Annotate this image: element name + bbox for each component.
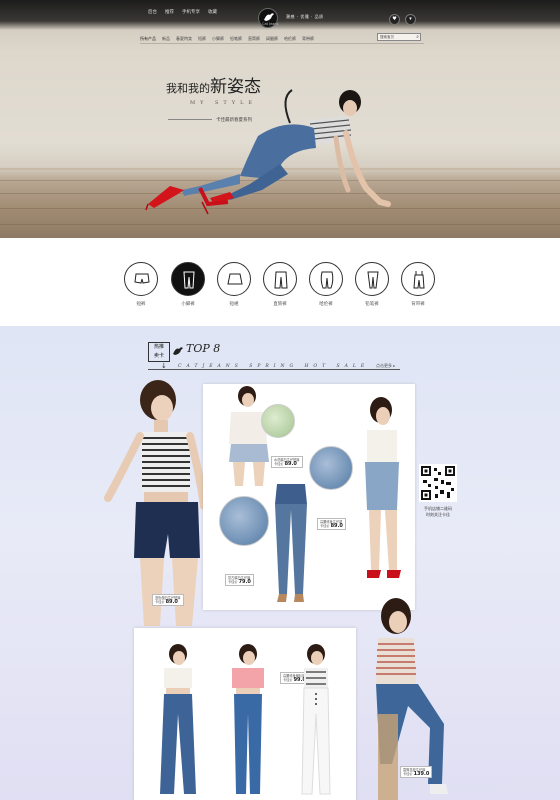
qr-code-icon [421, 466, 455, 500]
price-label: 卡佳价 [320, 524, 330, 529]
category-overalls[interactable]: 背带裤 [401, 262, 435, 307]
price-label: 卡佳价 [274, 462, 284, 467]
product-price: 89.0 [330, 523, 343, 530]
price-tag[interactable]: 复古磨白牛仔裤 卡佳价 79.0 [225, 574, 254, 587]
top-link[interactable]: 收藏 [208, 9, 217, 15]
top-bar [0, 0, 560, 30]
hot-badge-line: 卖卡 [153, 353, 164, 359]
category-ring[interactable] [217, 262, 251, 296]
search-input[interactable]: 搜索宝贝 ⌕ [377, 33, 421, 41]
top-link[interactable]: 后台 [148, 9, 157, 15]
category-label: 短裤 [136, 302, 146, 307]
price-label: 卡佳价 [403, 772, 413, 777]
top-links: 后台 推荐 手机专享 收藏 [148, 9, 217, 15]
hot-badge-line: 热推 [153, 344, 164, 350]
divider [148, 369, 400, 370]
product-price: 79.0 [238, 579, 251, 586]
price-tag[interactable]: 直筒显瘦牛仔裤 卡佳价 139.0 [400, 766, 433, 779]
nav-item[interactable]: 新品 [162, 36, 170, 42]
category-label: 背带裤 [411, 302, 425, 307]
qr-note-line: 时刻关注卡佳 [426, 512, 450, 517]
price-tag[interactable]: 高腰修身牛仔裙 卡佳价 89.0 [317, 518, 346, 531]
search-placeholder: 搜索宝贝 [380, 35, 394, 39]
arrow-down-icon: ↓ [161, 362, 167, 370]
harem-pants-icon [320, 271, 334, 289]
skirt-icon [227, 273, 243, 285]
category-row: 短裤 小脚裤 短裙 直筒裤 哈伦裤 铅笔裤 背带裤 [124, 262, 444, 322]
nav-item[interactable]: 哈伦裤 [284, 36, 296, 42]
pencil-pants-icon [367, 271, 379, 289]
qr-code[interactable] [419, 464, 457, 502]
category-label: 铅笔裤 [365, 302, 379, 307]
category-skinny[interactable]: 小脚裤 [171, 262, 205, 307]
price-label: 卡佳价 [228, 580, 238, 585]
price-label: 卡佳价 [155, 600, 165, 605]
nav-item[interactable]: 阔腿裤 [266, 36, 278, 42]
cat-logo-icon [264, 13, 274, 21]
top-link[interactable]: 推荐 [165, 9, 174, 15]
product-model-photo [160, 644, 196, 794]
detail-zoom [261, 404, 295, 438]
category-shorts[interactable]: 短裤 [124, 262, 158, 307]
top8-title: TOP 8 [186, 342, 221, 355]
straight-pants-icon [274, 271, 288, 289]
category-ring[interactable] [124, 262, 158, 296]
category-straight[interactable]: 直筒裤 [263, 262, 297, 307]
search-icon[interactable]: ⌕ [416, 34, 419, 40]
product-panel[interactable]: 高腰修身喇叭裤 卡佳价 99.0 [134, 628, 356, 800]
nav-item[interactable]: 背带裤 [302, 36, 314, 42]
product-model-photo [232, 644, 264, 794]
category-ring[interactable] [309, 262, 343, 296]
product-model-photo [104, 380, 208, 626]
product-price: 89.0 [165, 599, 178, 606]
price-tag[interactable]: 水洗磨白牛仔短裤 卡佳价 89.0 [271, 456, 303, 469]
nav-item[interactable]: 短裤 [198, 36, 206, 42]
product-model-photo [275, 484, 307, 602]
category-pencil[interactable]: 铅笔裤 [355, 262, 389, 307]
category-harem[interactable]: 哈伦裤 [309, 262, 343, 307]
qr-note: 手机店铺二维码 时刻关注卡佳 [418, 506, 458, 518]
category-label: 直筒裤 [273, 302, 287, 307]
price-tag[interactable]: 蓝色做旧牛仔短裤 卡佳价 89.0 [152, 594, 184, 607]
product-model-photo [365, 397, 401, 578]
nav-item[interactable]: 春夏特卖 [176, 36, 192, 42]
detail-zoom [309, 446, 353, 490]
product-model-photo [229, 386, 269, 486]
category-ring[interactable] [355, 262, 389, 296]
category-skirt[interactable]: 短裙 [217, 262, 251, 307]
category-label: 短裙 [229, 302, 239, 307]
product-price: 89.0 [284, 461, 297, 468]
skinny-pants-icon [183, 271, 195, 289]
price-label: 卡佳价 [283, 678, 293, 683]
nav-item[interactable]: 铅笔裤 [230, 36, 242, 42]
nav-item[interactable]: 小脚裤 [212, 36, 224, 42]
category-ring[interactable] [401, 262, 435, 296]
top-link[interactable]: 手机专享 [182, 9, 200, 15]
hero-banner: 后台 推荐 手机专享 收藏 Cat Jeans 潮感 · 优雅 · 品质 ♥ ▾… [0, 0, 560, 238]
cat-logo-icon [173, 347, 183, 355]
product-model-photo [301, 644, 331, 795]
product-price: 139.0 [413, 771, 430, 778]
category-label: 小脚裤 [181, 302, 195, 307]
category-label: 哈伦裤 [319, 302, 333, 307]
overalls-icon [413, 271, 425, 289]
product-panel[interactable]: 水洗磨白牛仔短裤 卡佳价 89.0 高腰修身牛仔裙 卡佳价 89.0 复古磨白牛… [203, 384, 415, 610]
category-ring[interactable] [263, 262, 297, 296]
cart-icon[interactable]: ▾ [405, 14, 416, 25]
heart-icon[interactable]: ♥ [389, 14, 400, 25]
nav-item[interactable]: 直筒裤 [248, 36, 260, 42]
category-ring[interactable] [171, 262, 205, 296]
shorts-icon [134, 273, 150, 284]
hot-sale-section: 热推 卖卡 TOP 8 CATJEANS SPRING HOT SALE 点击更… [0, 326, 560, 800]
brand-tagline: 潮感 · 优雅 · 品质 [286, 14, 324, 19]
nav-item[interactable]: 所有产品 [140, 36, 156, 42]
hot-badge: 热推 卖卡 [148, 342, 170, 362]
hero-model-photo [145, 89, 391, 215]
detail-zoom [219, 496, 269, 546]
brand-sub-text: Cat Jeans [262, 22, 279, 26]
